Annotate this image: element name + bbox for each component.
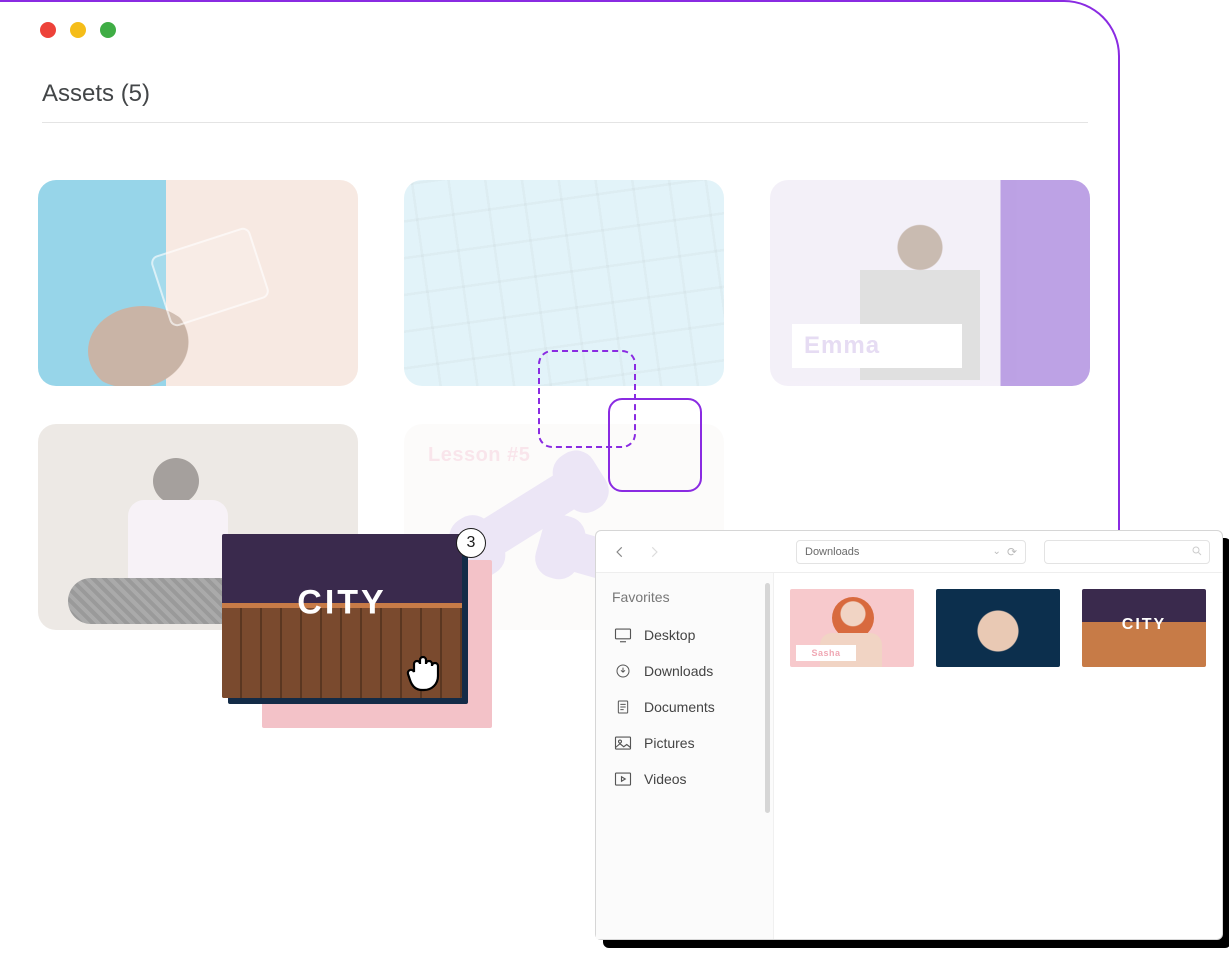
grab-cursor-icon [400, 646, 448, 694]
file-thumbnail[interactable]: Sasha [790, 589, 914, 667]
close-window-button[interactable] [40, 22, 56, 38]
sidebar-item-desktop[interactable]: Desktop [612, 619, 761, 651]
selection-marquee-solid[interactable] [608, 398, 702, 492]
drag-card-label: CITY [297, 583, 386, 622]
sidebar-item-label: Desktop [644, 627, 695, 643]
file-browser-content: Sasha CITY [774, 573, 1222, 939]
sidebar-heading: Favorites [612, 589, 761, 605]
asset-name-overlay: Emma [792, 324, 962, 368]
refresh-icon[interactable]: ⟳ [1007, 545, 1017, 559]
pictures-icon [614, 735, 632, 751]
file-thumbnail[interactable] [936, 589, 1060, 667]
videos-icon [614, 771, 632, 787]
chevron-down-icon[interactable]: ⌄ [993, 546, 1001, 557]
thumbnail-label: CITY [1122, 616, 1166, 634]
search-icon [1191, 545, 1203, 557]
file-browser-toolbar: Downloads ⌄ ⟳ [596, 531, 1222, 573]
sidebar-item-label: Videos [644, 771, 687, 787]
nav-forward-button[interactable] [642, 540, 666, 564]
divider [42, 122, 1088, 123]
address-bar[interactable]: Downloads ⌄ ⟳ [796, 540, 1026, 564]
thumbnail-overlay: Sasha [796, 645, 856, 661]
asset-card[interactable] [38, 180, 358, 386]
file-browser-sidebar: Favorites Desktop Downloads Documents [596, 573, 774, 939]
sidebar-item-label: Documents [644, 699, 715, 715]
asset-card[interactable]: Emma [770, 180, 1090, 386]
sidebar-item-videos[interactable]: Videos [612, 763, 761, 795]
file-thumbnail[interactable]: CITY [1082, 589, 1206, 667]
sidebar-item-downloads[interactable]: Downloads [612, 655, 761, 687]
drag-count-badge: 3 [456, 528, 486, 558]
thumbnail-label: Sasha [811, 648, 840, 658]
maximize-window-button[interactable] [100, 22, 116, 38]
documents-icon [614, 699, 632, 715]
sidebar-scrollbar[interactable] [765, 583, 770, 813]
window-controls [40, 22, 116, 38]
nav-back-button[interactable] [608, 540, 632, 564]
asset-lesson-label: Lesson #5 [428, 444, 530, 467]
file-browser-window: Downloads ⌄ ⟳ Favorites Desktop Dow [595, 530, 1223, 940]
desktop-icon [614, 627, 632, 643]
minimize-window-button[interactable] [70, 22, 86, 38]
downloads-icon [614, 663, 632, 679]
page-title: Assets (5) [42, 80, 150, 108]
sidebar-item-pictures[interactable]: Pictures [612, 727, 761, 759]
sidebar-item-label: Pictures [644, 735, 695, 751]
drag-preview-stack[interactable]: CITY 3 [222, 534, 484, 726]
sidebar-item-documents[interactable]: Documents [612, 691, 761, 723]
asset-name-text: Emma [804, 332, 880, 360]
sidebar-item-label: Downloads [644, 663, 713, 679]
address-bar-text: Downloads [805, 546, 859, 558]
search-input[interactable] [1044, 540, 1210, 564]
